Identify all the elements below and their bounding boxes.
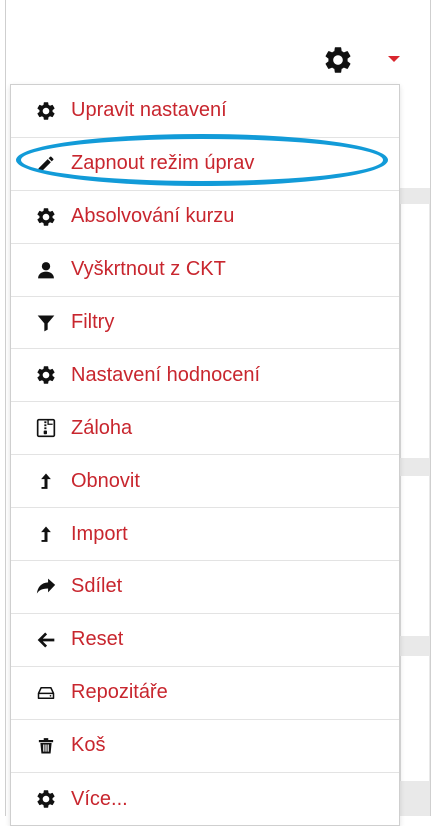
- caret-down-icon: [388, 56, 400, 62]
- pencil-icon: [33, 153, 59, 175]
- share-icon: [33, 576, 59, 598]
- menu-item-label: Filtry: [71, 311, 115, 333]
- menu-item-label: Zapnout režim úprav: [71, 152, 255, 175]
- upload-icon: [33, 470, 59, 492]
- settings-dropdown-toggle[interactable]: [322, 44, 404, 76]
- trash-icon: [33, 735, 59, 757]
- gear-icon: [33, 100, 59, 122]
- menu-item-absolvovani-kurzu[interactable]: Absolvování kurzu: [11, 191, 399, 244]
- gear-icon: [33, 788, 59, 810]
- menu-item-label: Vyškrtnout z CKT: [71, 258, 226, 281]
- menu-item-label: Koš: [71, 734, 106, 757]
- arrow-left-icon: [33, 629, 59, 651]
- menu-item-kos[interactable]: Koš: [11, 720, 399, 773]
- menu-item-label: Sdílet: [71, 575, 123, 598]
- background-card: [400, 476, 429, 636]
- archive-icon: [33, 417, 59, 439]
- gear-icon: [33, 206, 59, 228]
- menu-item-obnovit[interactable]: Obnovit: [11, 455, 399, 509]
- settings-dropdown-menu: Upravit nastavení Zapnout režim úprav Ab…: [10, 84, 400, 826]
- page-frame-right: [430, 0, 431, 816]
- gear-icon: [33, 364, 59, 386]
- menu-item-label: Upravit nastavení: [71, 99, 227, 122]
- menu-item-filtry[interactable]: Filtry: [11, 297, 399, 350]
- menu-item-label: Import: [71, 522, 128, 545]
- menu-item-sdilet[interactable]: Sdílet: [11, 561, 399, 614]
- upload-icon: [33, 523, 59, 545]
- hdd-icon: [33, 682, 59, 704]
- menu-item-zapnout-rezim-uprav[interactable]: Zapnout režim úprav: [11, 138, 399, 191]
- background-card: [400, 656, 429, 781]
- menu-item-label: Záloha: [71, 416, 133, 439]
- user-icon: [33, 259, 59, 281]
- menu-item-nastaveni-hodnoceni[interactable]: Nastavení hodnocení: [11, 349, 399, 403]
- menu-item-vice[interactable]: Více...: [11, 773, 399, 826]
- filter-icon: [33, 312, 59, 334]
- menu-item-repozitare[interactable]: Repozitáře: [11, 667, 399, 720]
- menu-item-import[interactable]: Import: [11, 508, 399, 562]
- menu-item-label: Absolvování kurzu: [71, 205, 235, 228]
- menu-item-label: Obnovit: [71, 469, 140, 492]
- menu-item-reset[interactable]: Reset: [11, 614, 399, 667]
- gear-icon: [325, 47, 351, 73]
- menu-item-zaloha[interactable]: Záloha: [11, 402, 399, 456]
- menu-item-label: Více...: [71, 787, 128, 810]
- menu-item-label: Reset: [71, 628, 124, 651]
- page-frame-left: [5, 0, 6, 816]
- menu-item-vyskrtnout-z-ckt[interactable]: Vyškrtnout z CKT: [11, 244, 399, 297]
- menu-item-label: Repozitáře: [71, 681, 168, 704]
- menu-item-upravit-nastaveni[interactable]: Upravit nastavení: [11, 85, 399, 138]
- menu-item-label: Nastavení hodnocení: [71, 363, 261, 386]
- background-card: [400, 204, 429, 458]
